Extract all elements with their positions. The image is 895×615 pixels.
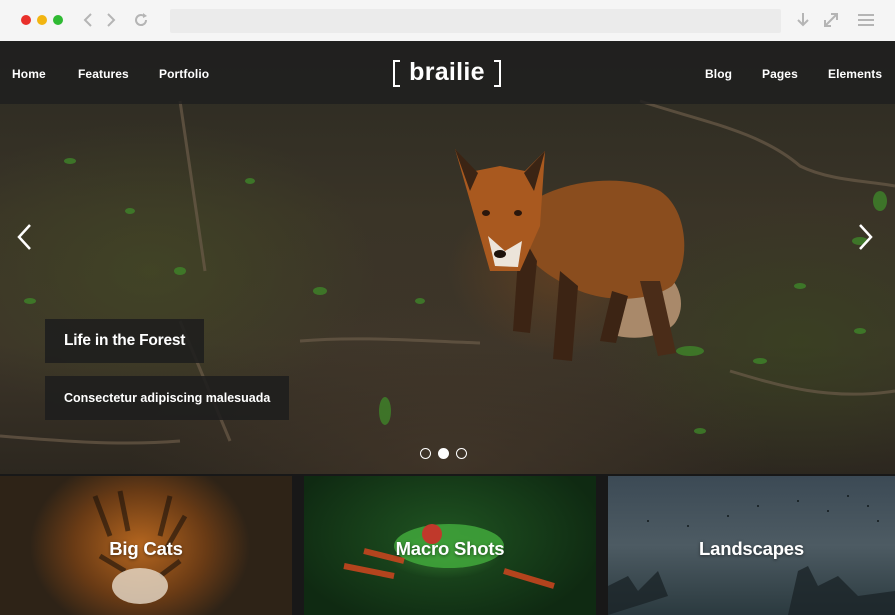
browser-toolbar [0,0,895,41]
nav-link-pages[interactable]: Pages [762,67,798,81]
maximize-window-dot[interactable] [53,15,63,25]
slider-dot-1[interactable] [420,448,431,459]
logo-bracket-left [393,60,400,87]
address-bar[interactable] [170,9,781,33]
expand-icon[interactable] [822,11,840,29]
nav-link-elements[interactable]: Elements [828,67,882,81]
slider-dot-2[interactable] [438,448,449,459]
logo-bracket-right [494,60,501,87]
reload-icon[interactable] [132,11,150,29]
nav-link-blog[interactable]: Blog [705,67,732,81]
menu-icon[interactable] [857,11,875,29]
nav-link-home[interactable]: Home [12,67,46,81]
slide-title: Life in the Forest [45,319,205,363]
slide-subtitle: Consectetur adipiscing malesuada [45,376,290,420]
site-logo[interactable]: brailie [393,57,501,89]
slider-dot-3[interactable] [456,448,467,459]
hero-slider: Home Features Portfolio brailie Blog Pag… [0,41,895,474]
slider-next-arrow-icon[interactable] [855,222,875,252]
download-icon[interactable] [794,11,812,29]
nav-link-portfolio[interactable]: Portfolio [159,67,209,81]
forward-arrow-icon[interactable] [102,11,120,29]
tile-landscapes[interactable]: Landscapes [608,476,895,615]
tile-label-big-cats: Big Cats [109,538,183,559]
logo-text: brailie [409,58,485,86]
tile-label-macro-shots: Macro Shots [395,538,505,559]
tile-label-landscapes: Landscapes [699,538,804,559]
slider-prev-arrow-icon[interactable] [15,222,35,252]
fox-figure [455,149,685,361]
close-window-dot[interactable] [21,15,31,25]
minimize-window-dot[interactable] [37,15,47,25]
site-navigation: Home Features Portfolio brailie Blog Pag… [0,41,895,104]
nav-link-features[interactable]: Features [78,67,129,81]
category-tiles: Big Cats Macro Shots Landscapes [0,474,895,615]
back-arrow-icon[interactable] [79,11,97,29]
tile-big-cats[interactable]: Big Cats [0,476,292,615]
tile-macro-shots[interactable]: Macro Shots [304,476,596,615]
